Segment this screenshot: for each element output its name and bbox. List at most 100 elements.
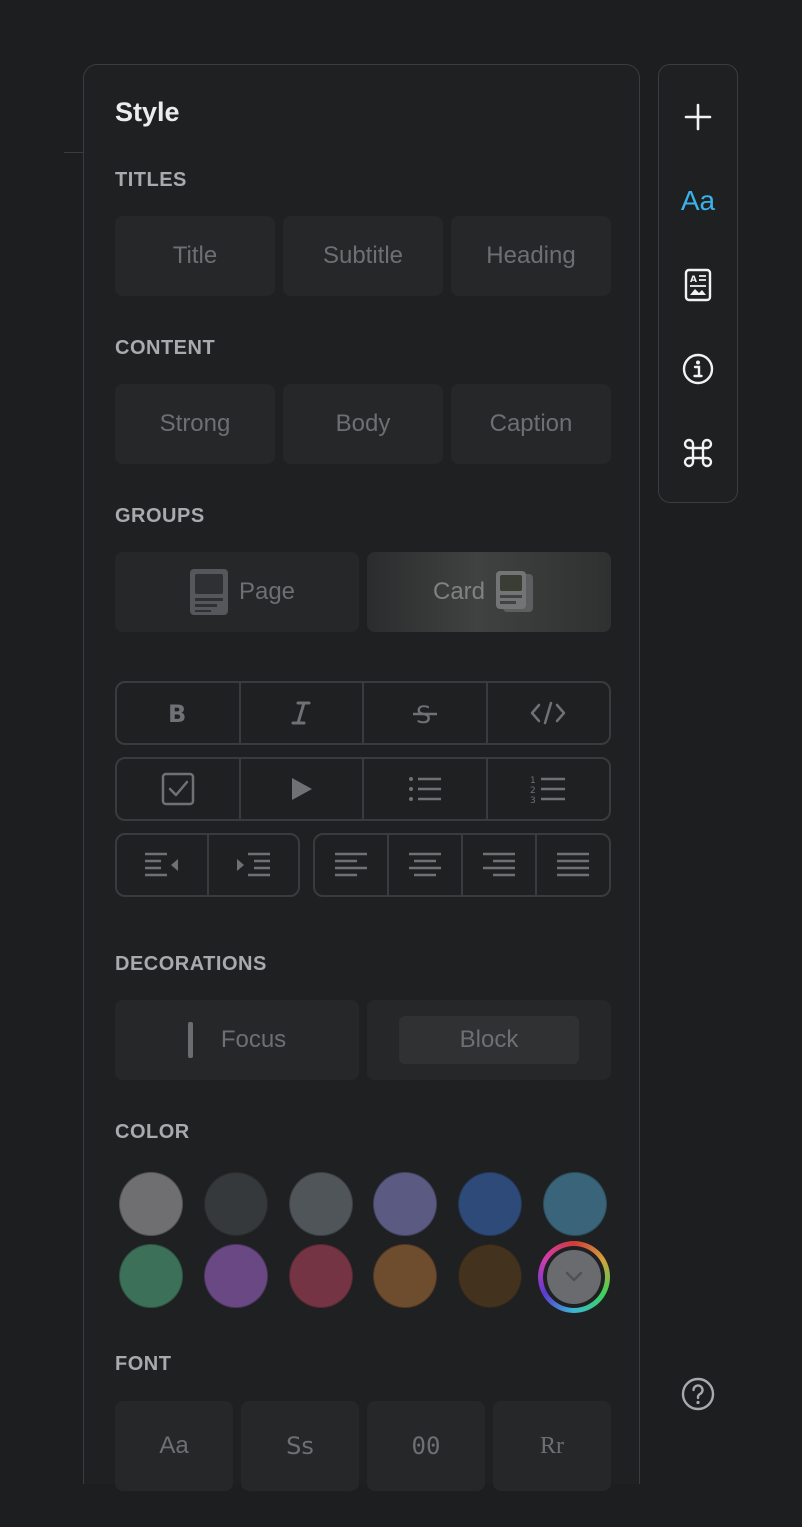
color-swatch[interactable] (458, 1244, 522, 1308)
page-icon (189, 569, 228, 615)
align-center-button[interactable] (389, 835, 463, 895)
bullet-list-icon (408, 777, 441, 801)
group-page-button[interactable]: Page (115, 552, 359, 632)
titles-row: Title Subtitle Heading (115, 216, 611, 296)
align-center-icon (409, 852, 441, 877)
color-swatch[interactable] (119, 1172, 183, 1236)
code-icon (531, 701, 566, 725)
font-row: Aa Ss 00 Rr (115, 1401, 611, 1491)
align-right-icon (483, 852, 515, 877)
section-label-font: FONT (115, 1353, 172, 1375)
svg-text:3: 3 (530, 796, 536, 804)
block-toolbar: 123 (115, 757, 611, 821)
strikethrough-button[interactable]: S (364, 683, 488, 743)
decoration-block-label: Block (399, 1016, 579, 1064)
color-swatch[interactable] (204, 1244, 268, 1308)
add-button[interactable] (659, 87, 737, 147)
card-icon (496, 571, 534, 612)
align-justify-icon (557, 852, 589, 877)
color-swatch[interactable] (543, 1172, 607, 1236)
strikethrough-icon: S (412, 701, 437, 727)
align-left-button[interactable] (315, 835, 389, 895)
svg-text:A: A (690, 275, 697, 285)
align-toolbar (313, 833, 611, 897)
info-icon (682, 353, 714, 385)
align-left-icon (335, 852, 367, 877)
color-swatch[interactable] (119, 1244, 183, 1308)
color-swatch[interactable] (289, 1244, 353, 1308)
help-icon (681, 1377, 715, 1411)
group-card-button[interactable]: Card (367, 552, 611, 632)
font-rounded-button[interactable]: Rr (493, 1401, 611, 1491)
text-style-icon: Aa (680, 185, 716, 216)
font-sans-label: Aa (159, 1432, 189, 1459)
focus-bar-icon (187, 1022, 193, 1058)
format-toolbar: B S (115, 681, 611, 745)
bold-button[interactable]: B (117, 683, 241, 743)
group-card-label: Card (432, 578, 486, 605)
color-swatch[interactable] (204, 1172, 268, 1236)
plus-icon (684, 103, 712, 131)
section-label-decorations: DECORATIONS (115, 953, 267, 975)
section-label-content: CONTENT (115, 337, 216, 359)
edge-divider (64, 152, 84, 153)
style-heading-button[interactable]: Heading (451, 216, 611, 296)
content-row: Strong Body Caption (115, 384, 611, 464)
play-icon (292, 778, 313, 800)
page-media-icon: A (684, 268, 712, 302)
style-panel: Style TITLES Title Subtitle Heading CONT… (83, 64, 640, 1491)
panel-title: Style (115, 97, 180, 127)
page-media-button[interactable]: A (659, 255, 737, 315)
font-mono-label: 00 (411, 1432, 441, 1460)
tool-rail: Aa A (658, 64, 738, 503)
code-button[interactable] (488, 683, 610, 743)
align-right-button[interactable] (463, 835, 537, 895)
checkbox-icon (161, 772, 194, 806)
group-page-label: Page (238, 578, 296, 605)
toggle-button[interactable] (241, 759, 364, 819)
outdent-button[interactable] (117, 835, 209, 895)
bold-icon: B (168, 700, 186, 726)
font-serif-button[interactable]: Ss (241, 1401, 359, 1491)
font-serif-label: Ss (286, 1432, 314, 1460)
outdent-icon (144, 852, 178, 877)
color-swatch[interactable] (373, 1172, 437, 1236)
style-subtitle-button[interactable]: Subtitle (283, 216, 443, 296)
numbered-list-button[interactable]: 123 (488, 759, 610, 819)
chevron-down-icon (565, 1271, 583, 1282)
svg-text:2: 2 (530, 786, 536, 796)
svg-text:1: 1 (530, 776, 536, 786)
font-sans-button[interactable]: Aa (115, 1401, 233, 1491)
info-button[interactable] (659, 339, 737, 399)
section-label-titles: TITLES (115, 169, 187, 191)
indent-icon (237, 852, 271, 877)
decoration-block-button[interactable]: Block (367, 1000, 611, 1080)
style-caption-button[interactable]: Caption (451, 384, 611, 464)
italic-button[interactable] (241, 683, 364, 743)
indent-toolbar (115, 833, 300, 897)
color-swatch[interactable] (458, 1172, 522, 1236)
style-body-button[interactable]: Body (283, 384, 443, 464)
style-strong-button[interactable]: Strong (115, 384, 275, 464)
numbered-list-icon: 123 (530, 776, 566, 804)
align-justify-button[interactable] (537, 835, 609, 895)
section-label-groups: GROUPS (115, 505, 205, 527)
text-style-button[interactable]: Aa (659, 171, 737, 231)
italic-icon (291, 701, 311, 725)
command-icon (683, 438, 713, 468)
font-rounded-label: Rr (540, 1432, 564, 1459)
indent-button[interactable] (209, 835, 299, 895)
color-swatch[interactable] (289, 1172, 353, 1236)
custom-color-button[interactable] (538, 1241, 610, 1313)
bullet-list-button[interactable] (364, 759, 488, 819)
font-mono-button[interactable]: 00 (367, 1401, 485, 1491)
section-label-color: COLOR (115, 1121, 190, 1143)
decoration-focus-label: Focus (220, 1026, 287, 1053)
command-button[interactable] (659, 423, 737, 483)
color-swatch[interactable] (373, 1244, 437, 1308)
style-title-button[interactable]: Title (115, 216, 275, 296)
help-button[interactable] (680, 1376, 716, 1412)
svg-text:B: B (168, 700, 186, 726)
decoration-focus-button[interactable]: Focus (115, 1000, 359, 1080)
checkbox-button[interactable] (117, 759, 241, 819)
